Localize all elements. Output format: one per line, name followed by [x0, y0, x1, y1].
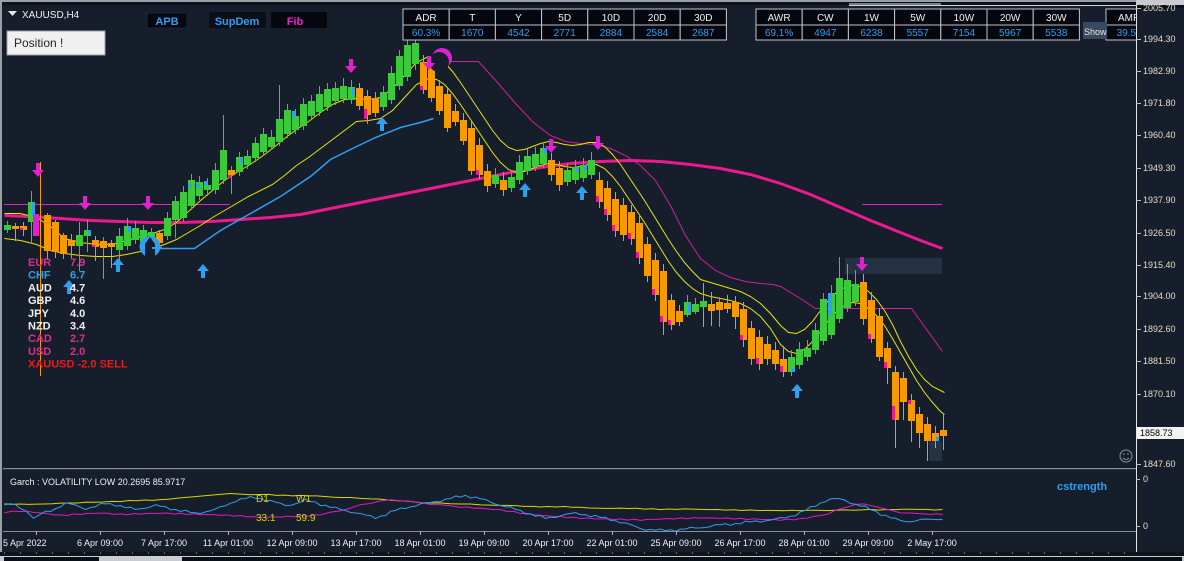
svg-text:5W: 5W — [910, 13, 926, 24]
svg-text:Position !: Position ! — [14, 36, 63, 50]
svg-text:D1: D1 — [256, 494, 269, 505]
svg-text:EUR: EUR — [28, 257, 51, 269]
svg-text:4.6: 4.6 — [70, 295, 85, 307]
svg-text:XAUUSD -2.0 SELL: XAUUSD -2.0 SELL — [28, 359, 128, 371]
svg-text:USD: USD — [28, 346, 51, 358]
svg-text:1960.40: 1960.40 — [1143, 130, 1176, 140]
svg-text:0: 0 — [1143, 521, 1148, 531]
svg-text:1971.80: 1971.80 — [1143, 98, 1176, 108]
svg-text:T: T — [469, 13, 475, 24]
svg-text:1W: 1W — [864, 13, 880, 24]
svg-text:1847.60: 1847.60 — [1143, 459, 1176, 469]
svg-text:0: 0 — [1143, 474, 1148, 484]
svg-text:XAUUSD,H4: XAUUSD,H4 — [22, 10, 80, 21]
svg-text:SupDem: SupDem — [215, 16, 260, 28]
svg-text:AUD: AUD — [28, 282, 52, 294]
svg-text:30W: 30W — [1046, 13, 1067, 24]
svg-text:1937.90: 1937.90 — [1143, 195, 1176, 205]
svg-text:4.0: 4.0 — [70, 308, 85, 320]
svg-text:Garch : VOLATILITY LOW 20.2695: Garch : VOLATILITY LOW 20.2695 85.9717 — [10, 477, 185, 487]
svg-text:Show: Show — [1084, 27, 1107, 37]
svg-text:Fib: Fib — [287, 16, 304, 28]
svg-text:20 Apr 17:00: 20 Apr 17:00 — [522, 538, 573, 548]
svg-text:26 Apr 17:00: 26 Apr 17:00 — [714, 538, 765, 548]
svg-text:25 Apr 09:00: 25 Apr 09:00 — [650, 538, 701, 548]
svg-text:5D: 5D — [558, 13, 571, 24]
svg-text:2.7: 2.7 — [70, 333, 85, 345]
svg-text:7.9: 7.9 — [70, 257, 85, 269]
svg-text:29 Apr 09:00: 29 Apr 09:00 — [842, 538, 893, 548]
svg-text:33.1: 33.1 — [256, 513, 276, 524]
svg-text:10D: 10D — [602, 13, 620, 24]
svg-text:1892.60: 1892.60 — [1143, 324, 1176, 334]
svg-text:4542: 4542 — [507, 28, 530, 39]
svg-text:2687: 2687 — [692, 28, 715, 39]
svg-text:1982.90: 1982.90 — [1143, 66, 1176, 76]
svg-text:11 Apr 01:00: 11 Apr 01:00 — [203, 538, 253, 548]
svg-text:22 Apr 01:00: 22 Apr 01:00 — [586, 538, 637, 548]
svg-text:APB: APB — [155, 16, 178, 28]
svg-text:1915.40: 1915.40 — [1143, 260, 1176, 270]
svg-text:1870.10: 1870.10 — [1143, 389, 1176, 399]
svg-text:AWR: AWR — [768, 13, 791, 24]
svg-text:12 Apr 09:00: 12 Apr 09:00 — [266, 538, 317, 548]
svg-text:5 Apr 2022: 5 Apr 2022 — [3, 538, 47, 548]
svg-text:19 Apr 09:00: 19 Apr 09:00 — [458, 538, 509, 548]
svg-text:4947: 4947 — [814, 28, 837, 39]
svg-text:20D: 20D — [648, 13, 666, 24]
svg-text:NZD: NZD — [28, 321, 51, 333]
svg-text:2 May 17:00: 2 May 17:00 — [907, 538, 957, 548]
svg-text:10W: 10W — [954, 13, 975, 24]
svg-text:2.0: 2.0 — [70, 346, 85, 358]
svg-text:CAD: CAD — [28, 333, 52, 345]
svg-text:CHF: CHF — [28, 270, 51, 282]
svg-text:5557: 5557 — [907, 28, 930, 39]
svg-text:1949.30: 1949.30 — [1143, 163, 1176, 173]
svg-text:CW: CW — [817, 13, 834, 24]
svg-text:2584: 2584 — [646, 28, 669, 39]
svg-text:cstrength: cstrength — [1057, 481, 1107, 493]
svg-text:6 Apr 09:00: 6 Apr 09:00 — [77, 538, 123, 548]
svg-text:20W: 20W — [1000, 13, 1021, 24]
svg-text:Y: Y — [515, 13, 522, 24]
svg-text:5538: 5538 — [1045, 28, 1068, 39]
svg-text:5967: 5967 — [999, 28, 1022, 39]
svg-text:4.7: 4.7 — [70, 282, 85, 294]
svg-text:7 Apr 17:00: 7 Apr 17:00 — [141, 538, 187, 548]
svg-text:6238: 6238 — [860, 28, 883, 39]
svg-text:1858.73: 1858.73 — [1140, 428, 1173, 438]
svg-text:60.3%: 60.3% — [412, 28, 440, 39]
svg-text:2884: 2884 — [600, 28, 623, 39]
svg-text:ADR: ADR — [416, 13, 437, 24]
svg-text:59.9: 59.9 — [296, 513, 316, 524]
svg-text:7154: 7154 — [953, 28, 976, 39]
svg-text:30D: 30D — [694, 13, 712, 24]
svg-text:1881.50: 1881.50 — [1143, 356, 1176, 366]
svg-text:28 Apr 01:00: 28 Apr 01:00 — [778, 538, 829, 548]
svg-text:3.4: 3.4 — [70, 321, 86, 333]
svg-text:18 Apr 01:00: 18 Apr 01:00 — [394, 538, 445, 548]
svg-text:1994.30: 1994.30 — [1143, 34, 1176, 44]
svg-text:2005.70: 2005.70 — [1143, 3, 1176, 13]
svg-text:1670: 1670 — [461, 28, 484, 39]
svg-text:1926.50: 1926.50 — [1143, 228, 1176, 238]
svg-text:13 Apr 17:00: 13 Apr 17:00 — [330, 538, 381, 548]
svg-text:JPY: JPY — [28, 308, 49, 320]
svg-text:6.7: 6.7 — [70, 270, 85, 282]
svg-text:GBP: GBP — [28, 295, 52, 307]
svg-text:2771: 2771 — [554, 28, 577, 39]
svg-text:1904.00: 1904.00 — [1143, 291, 1176, 301]
svg-text:69.1%: 69.1% — [765, 28, 793, 39]
svg-text:W1: W1 — [296, 494, 311, 505]
